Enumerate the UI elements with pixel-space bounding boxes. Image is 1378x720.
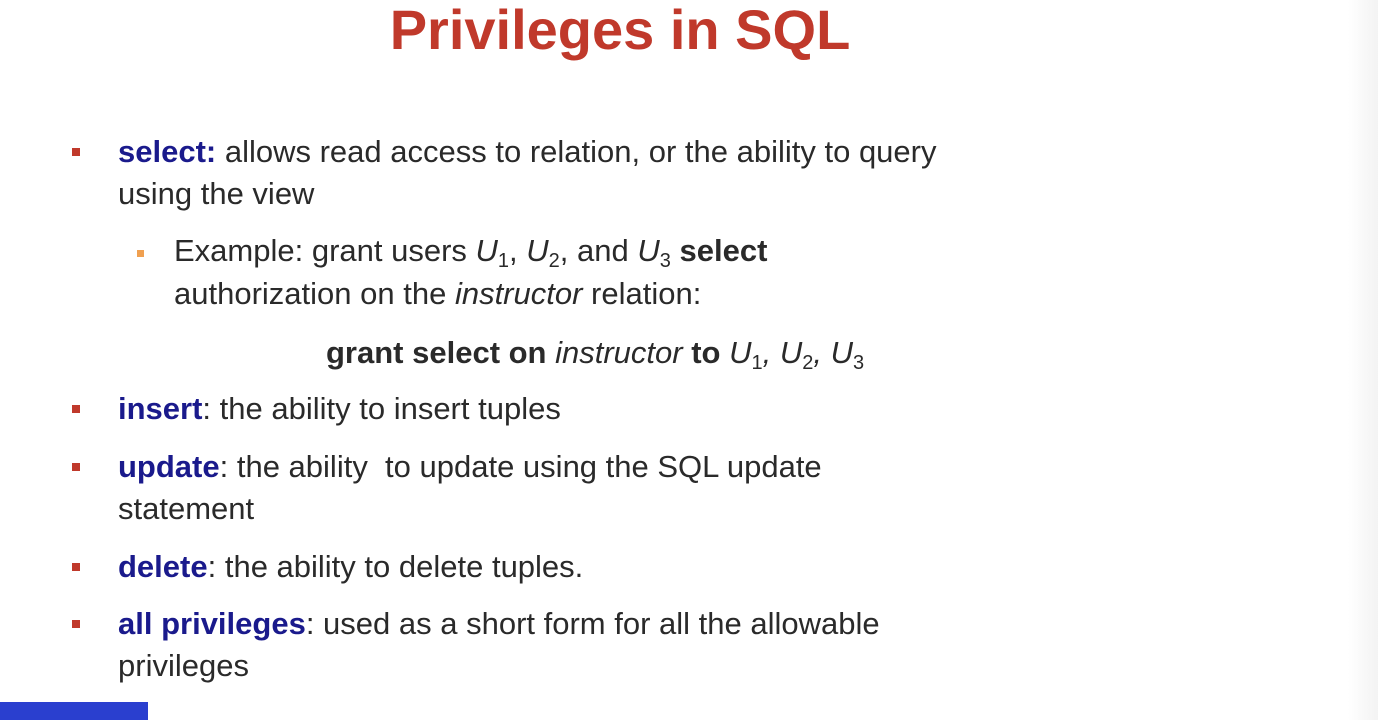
bullet-marker	[72, 463, 80, 471]
bullet-all-privileges-line1: all privileges: used as a short form for…	[118, 606, 880, 641]
example-line2: authorization on the instructor relation…	[174, 276, 702, 311]
bullet-update-line1: update: the ability to update using the …	[118, 449, 822, 484]
grant-statement: grant select on instructor to U1, U2, U3	[326, 335, 865, 374]
select-description: allows read access to relation, or the a…	[216, 134, 937, 169]
bullet-marker	[72, 620, 80, 628]
sub-bullet-marker	[137, 250, 144, 257]
edge-shade	[1348, 0, 1378, 720]
bullet-delete: delete: the ability to delete tuples.	[118, 549, 584, 584]
bullet-update-line2: statement	[118, 491, 255, 526]
bullet-all-privileges-line2: privileges	[118, 648, 249, 683]
keyword-all-privileges: all privileges	[118, 606, 306, 641]
bullet-marker	[72, 405, 80, 413]
keyword-insert: insert	[118, 391, 203, 426]
slide-title: Privileges in SQL	[389, 0, 851, 61]
bullet-marker	[72, 148, 80, 156]
slide: Privileges in SQL select: allows read ac…	[0, 0, 1378, 720]
keyword-update: update	[118, 449, 220, 484]
bullet-marker	[72, 563, 80, 571]
footer-bar	[0, 702, 148, 720]
bullet-select-line2: using the view	[118, 176, 315, 211]
example-line1: Example: grant users U1, U2, and U3 sele…	[174, 233, 768, 272]
keyword-delete: delete	[118, 549, 208, 584]
bullet-select-line1: select: allows read access to relation, …	[118, 131, 937, 173]
bullet-insert: insert: the ability to insert tuples	[118, 391, 561, 426]
keyword-select: select:	[118, 134, 217, 169]
